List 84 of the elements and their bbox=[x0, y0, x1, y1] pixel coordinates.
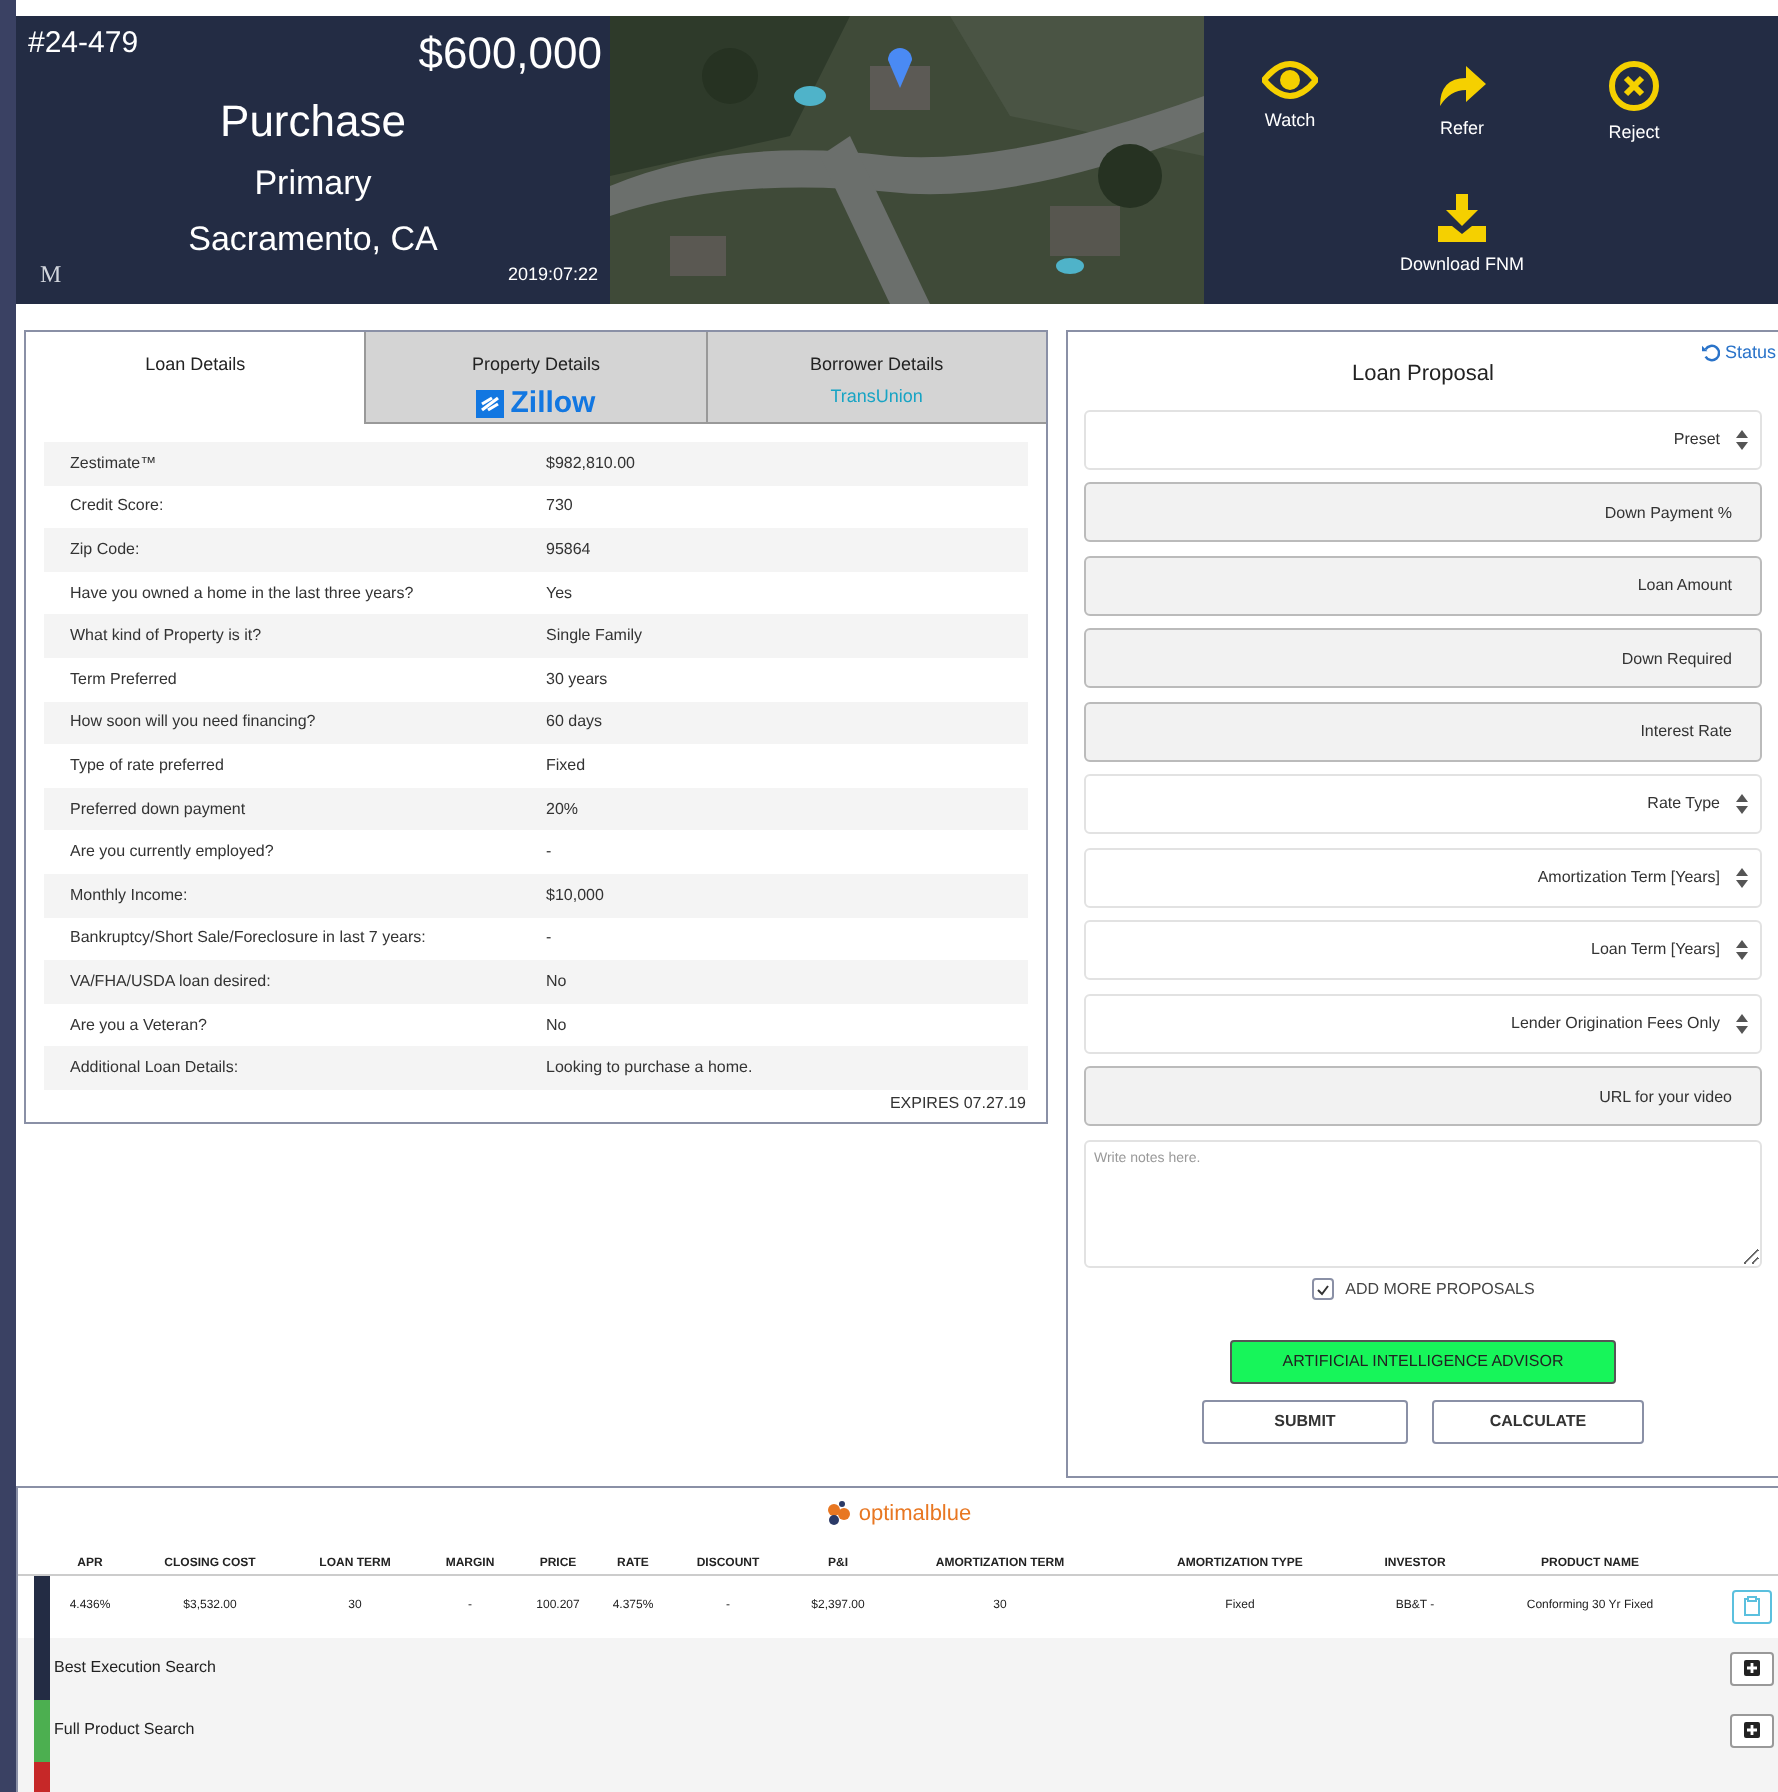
sort-arrows-icon bbox=[1736, 1013, 1748, 1033]
detail-value: 60 days bbox=[546, 710, 603, 735]
occupancy: Primary bbox=[254, 162, 372, 206]
brand-logo: TransUnion bbox=[830, 383, 923, 409]
calculate-button[interactable]: CALCULATE bbox=[1432, 1399, 1644, 1443]
location: Sacramento, CA bbox=[188, 217, 438, 261]
eye-icon bbox=[1262, 60, 1318, 100]
plus-icon bbox=[1744, 1722, 1760, 1738]
loan-id: #24-479 bbox=[28, 24, 139, 64]
select-field[interactable]: Preset bbox=[1084, 409, 1762, 469]
detail-value: Yes bbox=[546, 581, 573, 606]
plus-icon bbox=[1744, 1660, 1760, 1676]
close-icon bbox=[1608, 60, 1660, 112]
detail-label: Zestimate™ bbox=[68, 451, 159, 476]
detail-value: 30 years bbox=[546, 667, 608, 692]
detail-value: 730 bbox=[546, 494, 573, 519]
share-arrow-icon bbox=[1436, 60, 1488, 108]
detail-value: Looking to purchase a home. bbox=[546, 1056, 753, 1081]
detail-value: 20% bbox=[546, 797, 579, 822]
sort-arrows-icon bbox=[1736, 429, 1748, 449]
detail-label: Zip Code: bbox=[68, 537, 142, 562]
ai-advisor-button[interactable]: ARTIFICIAL INTELLIGENCE ADVISOR bbox=[1230, 1339, 1616, 1383]
detail-label: Additional Loan Details: bbox=[68, 1056, 241, 1081]
status-link[interactable]: Status bbox=[1702, 340, 1776, 367]
brand-logo: optimalblue bbox=[858, 1500, 972, 1530]
reject-button[interactable]: Reject bbox=[1548, 60, 1720, 172]
brand-mark-icon bbox=[824, 1500, 853, 1529]
tab[interactable]: Borrower Details TransUnion bbox=[705, 332, 1046, 424]
sort-arrows-icon bbox=[1736, 794, 1748, 814]
submit-button[interactable]: SUBMIT bbox=[1202, 1399, 1408, 1443]
detail-label: What kind of Property is it? bbox=[68, 624, 264, 649]
detail-value: No bbox=[546, 969, 567, 994]
input-field[interactable]: Interest Rate bbox=[1084, 701, 1762, 761]
history-icon bbox=[1702, 344, 1721, 363]
select-field[interactable]: Lender Origination Fees Only bbox=[1084, 993, 1762, 1053]
watch-button[interactable]: Watch bbox=[1204, 60, 1376, 172]
loan-purpose: Purchase bbox=[220, 94, 406, 150]
logo: M bbox=[40, 258, 62, 292]
input-field[interactable]: URL for your video bbox=[1084, 1066, 1762, 1126]
expand-button[interactable] bbox=[1730, 1651, 1774, 1685]
detail-label: Have you owned a home in the last three years? bbox=[68, 581, 416, 606]
detail-value: - bbox=[546, 926, 552, 951]
check-icon bbox=[1315, 1283, 1330, 1295]
search-label: Full Product Search bbox=[52, 1718, 197, 1742]
detail-label: Credit Score: bbox=[68, 494, 166, 519]
detail-value: - bbox=[546, 840, 552, 865]
detail-label: Are you currently employed? bbox=[68, 840, 276, 865]
clipboard-icon bbox=[1744, 1596, 1760, 1616]
panel-title: Loan Proposal bbox=[1352, 360, 1494, 390]
expand-button[interactable] bbox=[1730, 1713, 1774, 1747]
checkbox[interactable] bbox=[1311, 1278, 1334, 1300]
input-field[interactable]: Loan Amount bbox=[1084, 555, 1762, 615]
brand-logo: Zillow bbox=[510, 383, 596, 423]
detail-value: Single Family bbox=[546, 624, 643, 649]
select-field[interactable]: Amortization Term [Years] bbox=[1084, 847, 1762, 907]
detail-value: 95864 bbox=[546, 537, 591, 562]
input-field[interactable]: Down Payment % bbox=[1084, 482, 1762, 542]
detail-label: Bankruptcy/Short Sale/Foreclosure in last 7 years: bbox=[68, 926, 428, 951]
loan-amount: $600,000 bbox=[418, 26, 602, 82]
detail-label: VA/FHA/USDA loan desired: bbox=[68, 969, 273, 994]
detail-value: $10,000 bbox=[546, 883, 604, 908]
detail-label: Monthly Income: bbox=[68, 883, 190, 908]
download-button[interactable]: Download FNM bbox=[1376, 192, 1548, 304]
detail-value: No bbox=[546, 1013, 567, 1038]
select-field[interactable]: Rate Type bbox=[1084, 774, 1762, 834]
detail-value: Fixed bbox=[546, 753, 586, 778]
detail-label: How soon will you need financing? bbox=[68, 710, 318, 735]
detail-label: Are you a Veteran? bbox=[68, 1013, 209, 1038]
input-field[interactable]: Down Required bbox=[1084, 628, 1762, 688]
detail-value: $982,810.00 bbox=[546, 451, 635, 476]
detail-label: Term Preferred bbox=[68, 667, 179, 692]
clipboard-button[interactable] bbox=[1732, 1589, 1772, 1623]
refer-button[interactable]: Refer bbox=[1376, 60, 1548, 172]
download-icon bbox=[1436, 192, 1488, 244]
sort-arrows-icon bbox=[1736, 940, 1748, 960]
select-field[interactable]: Loan Term [Years] bbox=[1084, 920, 1762, 980]
expiry-date: EXPIRES 07.27.19 bbox=[889, 1091, 1028, 1116]
sort-arrows-icon bbox=[1736, 867, 1748, 887]
search-label: Best Execution Search bbox=[52, 1656, 218, 1680]
checkbox-label: ADD MORE PROPOSALS bbox=[1345, 1277, 1535, 1301]
detail-label: Type of rate preferred bbox=[68, 753, 226, 778]
tab[interactable]: Property Details Zillow bbox=[364, 332, 706, 424]
detail-label: Preferred down payment bbox=[68, 797, 248, 822]
date: 2019:07:22 bbox=[507, 261, 598, 287]
